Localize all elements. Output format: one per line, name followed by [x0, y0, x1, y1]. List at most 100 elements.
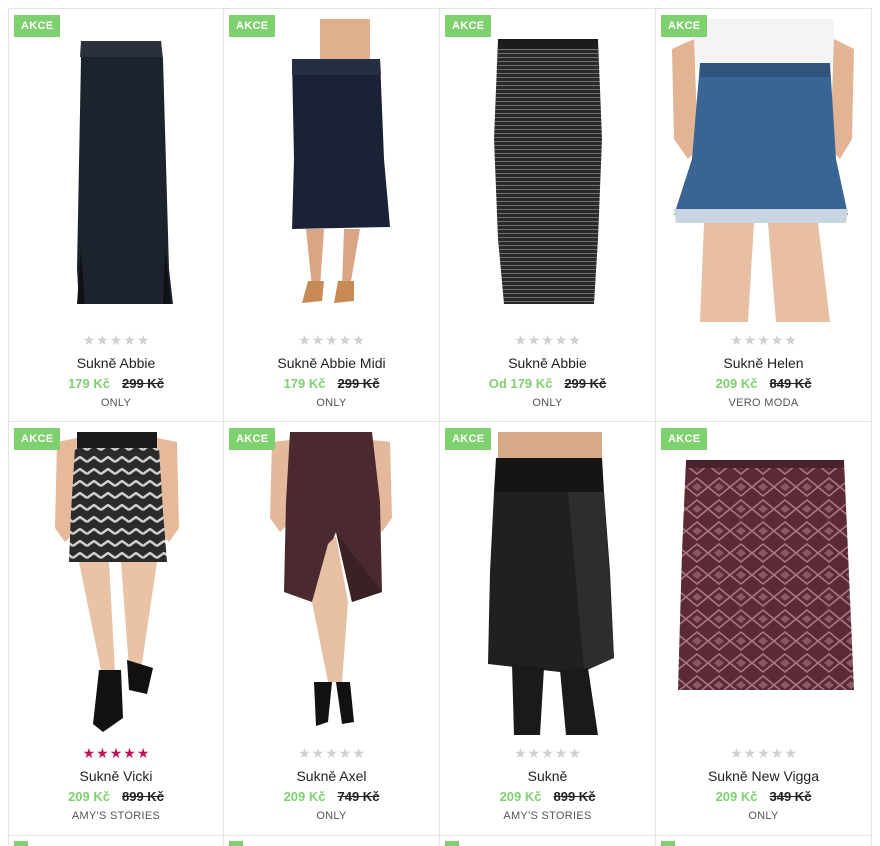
- product-card[interactable]: AKCE ★ ★ ★ ★ ★ Sukně Helen 209 Kč 849 Kč…: [656, 8, 872, 422]
- product-name[interactable]: Sukně New Vigga: [656, 768, 871, 784]
- price-row: 209 Kč 899 Kč: [9, 789, 223, 804]
- price-row: 209 Kč 899 Kč: [440, 789, 655, 804]
- current-price: 209 Kč: [68, 789, 110, 804]
- price-row: 209 Kč 849 Kč: [656, 376, 871, 391]
- product-image[interactable]: [448, 19, 646, 322]
- product-name[interactable]: Sukně Helen: [656, 355, 871, 371]
- star-icon: ★: [109, 333, 123, 349]
- rating-stars: ★ ★ ★ ★ ★: [224, 334, 439, 348]
- current-price: 179 Kč: [283, 376, 326, 391]
- star-icon: ★: [757, 333, 770, 349]
- original-price: 849 Kč: [769, 376, 812, 391]
- star-icon: ★: [311, 746, 325, 762]
- sale-badge: AKCE: [229, 15, 276, 37]
- product-name[interactable]: Sukně Axel: [224, 768, 439, 784]
- product-card[interactable]: AKCE ★ ★ ★ ★ ★ Sukně Abbie 179 Kč 299 Kč: [8, 8, 224, 422]
- sale-badge: AKCE: [661, 15, 708, 37]
- product-name[interactable]: Sukně: [440, 768, 655, 784]
- product-name[interactable]: Sukně Abbie: [9, 355, 223, 371]
- brand-name: ONLY: [748, 810, 779, 822]
- sale-badge: [14, 841, 28, 846]
- product-name[interactable]: Sukně Vicki: [9, 768, 223, 784]
- current-price: 209 Kč: [283, 789, 326, 804]
- original-price: 299 Kč: [564, 376, 607, 391]
- rating-stars: ★ ★ ★ ★ ★: [440, 747, 655, 761]
- star-icon: ★: [82, 333, 96, 349]
- star-icon: ★: [96, 746, 109, 762]
- star-icon: ★: [568, 333, 581, 349]
- star-icon: ★: [730, 746, 743, 762]
- current-price: 209 Kč: [499, 789, 542, 804]
- product-card[interactable]: AKCE ★ ★ ★ ★ ★ Sukně Axel 209 Kč 749 Kč …: [224, 422, 440, 836]
- price-row: 179 Kč 299 Kč: [9, 376, 223, 391]
- sale-badge: AKCE: [14, 428, 61, 450]
- original-price: 749 Kč: [337, 789, 380, 804]
- star-icon: ★: [527, 746, 541, 762]
- product-card[interactable]: AKCE ★ ★ ★ ★ ★ Sukně Vicki 209 Kč 899 Kč…: [8, 422, 224, 836]
- original-price: 299 Kč: [122, 376, 164, 391]
- star-icon: ★: [770, 333, 784, 349]
- rating-stars: ★ ★ ★ ★ ★: [9, 334, 223, 348]
- product-image[interactable]: [664, 432, 862, 735]
- product-card[interactable]: [224, 836, 440, 846]
- star-icon: ★: [136, 746, 150, 762]
- star-icon: ★: [770, 746, 784, 762]
- sale-badge: AKCE: [229, 428, 276, 450]
- product-card[interactable]: [8, 836, 224, 846]
- sale-badge: [661, 841, 675, 846]
- price-row: 209 Kč 749 Kč: [224, 789, 439, 804]
- product-name[interactable]: Sukně Abbie: [440, 355, 655, 371]
- star-icon: ★: [743, 333, 757, 349]
- product-image[interactable]: [448, 432, 646, 735]
- star-icon: ★: [784, 333, 797, 349]
- brand-name: AMY'S STORIES: [503, 810, 592, 822]
- sale-badge: AKCE: [661, 428, 708, 450]
- star-icon: ★: [325, 746, 338, 762]
- product-image[interactable]: [232, 19, 430, 322]
- rating-stars: ★ ★ ★ ★ ★: [440, 334, 655, 348]
- star-icon: ★: [757, 746, 770, 762]
- price-row: 179 Kč 299 Kč: [224, 376, 439, 391]
- star-icon: ★: [784, 746, 797, 762]
- product-image[interactable]: [664, 19, 862, 322]
- product-card[interactable]: AKCE ★ ★ ★ ★ ★ Sukně 209 Kč 899 Kč AMY'S…: [440, 422, 656, 836]
- product-image[interactable]: [17, 19, 215, 322]
- star-icon: ★: [311, 333, 325, 349]
- star-icon: ★: [298, 333, 311, 349]
- product-image[interactable]: [232, 432, 430, 735]
- current-price: Od 179 Kč: [488, 376, 553, 391]
- star-icon: ★: [568, 746, 581, 762]
- star-icon: ★: [541, 746, 554, 762]
- star-icon: ★: [96, 333, 109, 349]
- star-icon: ★: [352, 333, 365, 349]
- brand-name: ONLY: [316, 397, 347, 409]
- original-price: 899 Kč: [122, 789, 164, 804]
- original-price: 349 Kč: [769, 789, 812, 804]
- star-icon: ★: [352, 746, 365, 762]
- product-card[interactable]: AKCE ★ ★ ★ ★ ★ Sukně Abbie Midi 179 Kč 2…: [224, 8, 440, 422]
- rating-stars: ★ ★ ★ ★ ★: [224, 747, 439, 761]
- brand-name: ONLY: [100, 397, 132, 409]
- brand-name: ONLY: [316, 810, 347, 822]
- product-name[interactable]: Sukně Abbie Midi: [224, 355, 439, 371]
- product-card[interactable]: [440, 836, 656, 846]
- sale-badge: [445, 841, 459, 846]
- rating-stars: ★ ★ ★ ★ ★: [656, 747, 871, 761]
- star-icon: ★: [298, 746, 311, 762]
- brand-name: AMY'S STORIES: [71, 810, 161, 822]
- product-card[interactable]: AKCE ★ ★ ★ ★ ★: [440, 8, 656, 422]
- product-image[interactable]: [17, 432, 215, 735]
- star-icon: ★: [123, 333, 136, 349]
- star-icon: ★: [136, 333, 150, 349]
- product-card[interactable]: [656, 836, 872, 846]
- star-icon: ★: [527, 333, 541, 349]
- product-card[interactable]: AKCE ★ ★ ★ ★ ★: [656, 422, 872, 836]
- current-price: 209 Kč: [715, 789, 758, 804]
- brand-name: VERO MODA: [728, 397, 799, 409]
- star-icon: ★: [554, 746, 568, 762]
- current-price: 209 Kč: [715, 376, 758, 391]
- sale-badge: AKCE: [445, 428, 492, 450]
- sale-badge: [229, 841, 243, 846]
- rating-stars: ★ ★ ★ ★ ★: [9, 747, 223, 761]
- current-price: 179 Kč: [68, 376, 110, 391]
